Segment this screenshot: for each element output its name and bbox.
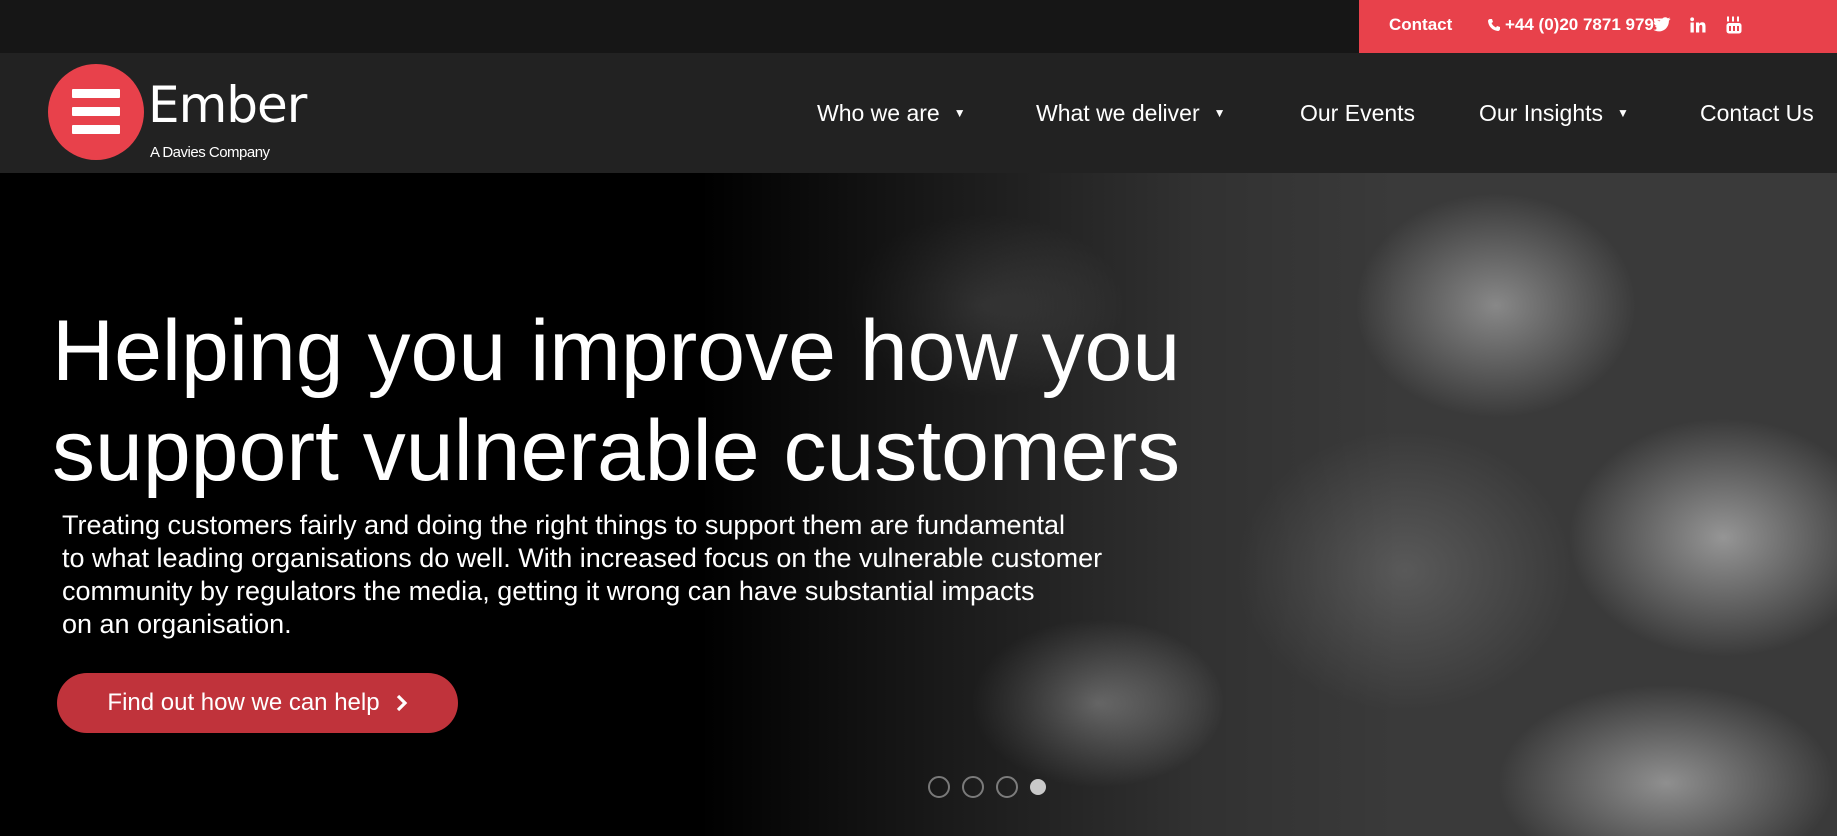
main-navbar: Ember A Davies Company Who we are ▼ What… xyxy=(0,53,1837,173)
linkedin-icon[interactable] xyxy=(1685,0,1711,49)
nav-item-label: Our Events xyxy=(1300,99,1416,126)
nav-item-contact-us[interactable]: Contact Us xyxy=(1700,53,1814,173)
logo-tagline: A Davies Company xyxy=(150,144,270,161)
hero-text-line: Treating customers fairly and doing the … xyxy=(62,510,1066,540)
hero-title-line: support vulnerable customers xyxy=(52,403,1181,499)
button-label: Find out how we can help xyxy=(107,689,380,716)
slider-pagination xyxy=(928,776,1058,798)
hero-text-line: on an organisation. xyxy=(62,609,292,639)
slide-dot-2[interactable] xyxy=(962,776,984,798)
hero-description: Treating customers fairly and doing the … xyxy=(62,509,1242,641)
slide-dot-4[interactable] xyxy=(1030,779,1046,795)
nav-item-what-we-deliver[interactable]: What we deliver ▼ xyxy=(1036,53,1226,173)
hero-title: Helping you improve how you support vuln… xyxy=(52,301,1252,501)
caret-down-icon: ▼ xyxy=(953,106,966,120)
nav-item-label: Our Insights xyxy=(1479,99,1603,126)
hero-title-line: Helping you improve how you xyxy=(52,303,1181,399)
hero-text-line: to what leading organisations do well. W… xyxy=(62,543,1103,573)
slide-dot-1[interactable] xyxy=(928,776,950,798)
top-phone-number: +44 (0)20 7871 9797 xyxy=(1505,14,1664,34)
phone-icon xyxy=(1488,18,1500,31)
top-utility-bar: Contact +44 (0)20 7871 9797 xyxy=(0,0,1837,53)
nav-item-who-we-are[interactable]: Who we are ▼ xyxy=(817,53,966,173)
top-contact-link[interactable]: Contact xyxy=(1389,0,1452,49)
slide-dot-3[interactable] xyxy=(996,776,1018,798)
youtube-icon[interactable] xyxy=(1721,0,1747,49)
twitter-icon[interactable] xyxy=(1649,0,1675,49)
logo-wordmark: Ember xyxy=(148,76,307,134)
chevron-right-icon xyxy=(396,694,408,712)
logo-mark-icon xyxy=(48,64,144,160)
nav-item-label: Contact Us xyxy=(1700,99,1814,126)
top-phone-link[interactable]: +44 (0)20 7871 9797 xyxy=(1487,0,1663,49)
hero-overlay xyxy=(0,173,1837,836)
hero-slider: Helping you improve how you support vuln… xyxy=(0,173,1837,836)
ember-logo[interactable]: Ember A Davies Company xyxy=(48,64,308,164)
nav-item-label: Who we are xyxy=(817,99,940,126)
caret-down-icon: ▼ xyxy=(1213,106,1226,120)
caret-down-icon: ▼ xyxy=(1617,106,1629,120)
nav-item-our-events[interactable]: Our Events xyxy=(1300,53,1415,173)
nav-item-our-insights[interactable]: Our Insights ▼ xyxy=(1479,53,1629,173)
hero-text-line: community by regulators the media, getti… xyxy=(62,576,1035,606)
nav-item-label: What we deliver xyxy=(1036,99,1200,126)
top-contact-strip: Contact +44 (0)20 7871 9797 xyxy=(1359,0,1837,53)
find-out-how-button[interactable]: Find out how we can help xyxy=(57,673,458,733)
